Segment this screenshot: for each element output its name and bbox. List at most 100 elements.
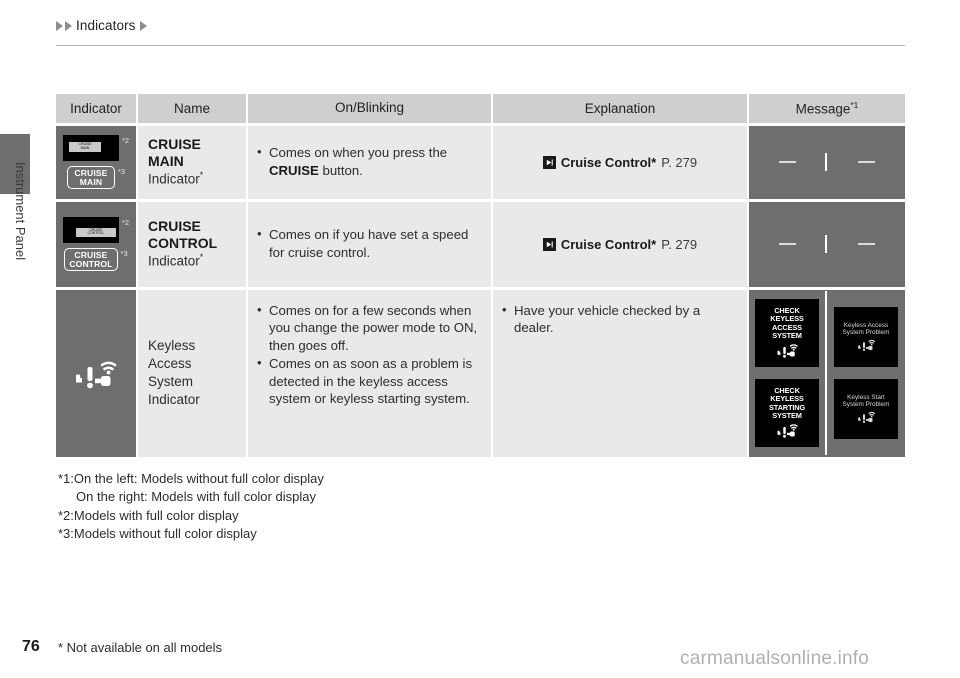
message-cell (749, 122, 905, 199)
keyless-access-warning-icon (56, 290, 136, 457)
indicator-variant-color: CRUISE MAIN *2 (62, 134, 130, 161)
indicator-name-sub: Indicator* (148, 170, 238, 188)
header-message-footnote: *1 (850, 100, 859, 110)
lcd-display: CHECK KEYLESS STARTING SYSTEM (755, 379, 819, 447)
on-blinking-cell: Comes on for a few seconds when you chan… (248, 286, 493, 457)
indicator-footnote-2: *2 (121, 217, 130, 227)
message-right-variant: Keyless Access System Problem Keyless St… (827, 291, 905, 455)
table-row: Keyless Access System Indicator Comes on… (56, 286, 905, 457)
keyless-access-warning-icon (777, 344, 798, 358)
message-left-variant (749, 234, 827, 254)
name-cell: CRUISE CONTROL Indicator* (138, 198, 248, 287)
table-row: CRUISE MAIN *2 CRUISE MAIN *3 CRUISE MAI… (56, 122, 905, 199)
header-explanation: Explanation (493, 94, 749, 123)
list-item: Comes on when you press the CRUISE butto… (256, 143, 481, 179)
breadcrumb-label: Indicators (76, 18, 136, 33)
message-cell: CHECK KEYLESS ACCESS SYSTEM CHECK KEYLES… (749, 286, 905, 457)
on-blinking-list: Comes on when you press the CRUISE butto… (256, 143, 481, 179)
table-row: CRUISE CONTROL *2 CRUISE CONTROL *3 CRUI… (56, 198, 905, 287)
indicator-variant-mono: CRUISE CONTROL *3 (64, 247, 128, 272)
triangle-mid-icon (65, 20, 72, 31)
indicator-name: CRUISE CONTROL (148, 217, 218, 251)
header-on-blinking: On/Blinking (248, 94, 493, 123)
explanation-cell: Have your vehicle checked by a dealer. (493, 286, 749, 457)
cross-reference-title: Cruise Control* (560, 236, 657, 252)
empty-dash (778, 242, 796, 246)
indicator-footnote-2: *2 (121, 135, 130, 145)
lcd-display: Keyless Start System Problem (834, 379, 898, 439)
list-item: Have your vehicle checked by a dealer. (501, 300, 739, 337)
footnotes: *1:On the left: Models without full colo… (58, 470, 324, 544)
name-cell: Keyless Access System Indicator (138, 286, 248, 457)
header-divider (56, 45, 905, 46)
indicator-name-sub: Indicator* (148, 252, 238, 270)
indicator-variant-mono: CRUISE MAIN *3 (66, 165, 126, 190)
cross-reference-page: P. 279 (661, 236, 698, 252)
explanation-list: Have your vehicle checked by a dealer. (501, 300, 739, 337)
message-left-variant (749, 152, 827, 172)
bullet-strong: CRUISE (269, 162, 319, 178)
cross-reference[interactable]: Cruise Control* P. 279 (501, 237, 739, 252)
empty-dash (857, 242, 875, 246)
indicator-cell (56, 286, 138, 457)
explanation-cell: Cruise Control* P. 279 (493, 122, 749, 199)
message-cell (749, 198, 905, 287)
cross-reference[interactable]: Cruise Control* P. 279 (501, 155, 739, 170)
bullet-post: button. (318, 162, 363, 178)
display-panel-icon: CRUISE CONTROL (62, 216, 119, 243)
footnote-1-cont: On the right: Models with full color dis… (58, 489, 316, 505)
list-item: Comes on as soon as a problem is detecte… (256, 354, 481, 408)
table-header-row: Indicator Name On/Blinking Explanation M… (56, 94, 905, 123)
footnote-1: *1:On the left: Models without full colo… (58, 471, 324, 486)
cruise-control-badge-icon: CRUISE CONTROL (64, 247, 118, 272)
triangle-right-icon (139, 20, 147, 31)
indicators-table: Indicator Name On/Blinking Explanation M… (56, 94, 905, 457)
on-blinking-list: Comes on for a few seconds when you chan… (256, 301, 481, 408)
header-message: Message*1 (749, 94, 905, 123)
lcd-message-text: Keyless Access System Problem (842, 321, 890, 336)
badge-line-2: CONTROL (69, 258, 113, 269)
explanation-cell: Cruise Control* P. 279 (493, 198, 749, 287)
on-blinking-cell: Comes on when you press the CRUISE butto… (248, 122, 493, 199)
indicator-footnote-3: *3 (117, 166, 126, 176)
message-left-variant: CHECK KEYLESS ACCESS SYSTEM CHECK KEYLES… (749, 291, 827, 455)
header-message-label: Message (795, 101, 851, 117)
display-panel-icon: CRUISE MAIN (62, 134, 119, 161)
page-number: 76 (22, 638, 40, 655)
header-indicator: Indicator (56, 94, 138, 123)
empty-dash (778, 160, 796, 164)
list-item: Comes on if you have set a speed for cru… (256, 225, 481, 261)
watermark: carmanualsonline.info (680, 648, 870, 669)
footnote-2: *2:Models with full color display (58, 507, 239, 523)
cruise-main-badge-icon: CRUISE MAIN (66, 165, 115, 190)
lcd-display: CHECK KEYLESS ACCESS SYSTEM (755, 299, 819, 367)
indicator-variant-color: CRUISE CONTROL *2 (62, 216, 130, 243)
footer-note: * Not available on all models (58, 640, 223, 655)
header-name: Name (138, 94, 248, 123)
cross-reference-page: P. 279 (661, 154, 698, 170)
lcd-message-text: Keyless Start System Problem (842, 393, 890, 408)
arrow-right-icon (542, 237, 556, 251)
list-item: Comes on for a few seconds when you chan… (256, 301, 481, 355)
bullet-pre: Comes on when you press the (269, 144, 448, 160)
indicator-cell: CRUISE MAIN *2 CRUISE MAIN *3 (56, 122, 138, 199)
indicator-name: CRUISE MAIN (148, 135, 201, 169)
arrow-right-icon (542, 155, 556, 169)
name-asterisk: * (199, 252, 204, 263)
message-right-variant (827, 235, 905, 254)
indicator-cell: CRUISE CONTROL *2 CRUISE CONTROL *3 (56, 198, 138, 287)
indicator-footnote-3: *3 (120, 248, 128, 258)
triangle-left-icon (56, 20, 63, 31)
lcd-message-text: CHECK KEYLESS ACCESS SYSTEM (770, 306, 804, 340)
display-panel-text: CRUISE CONTROL (75, 227, 116, 237)
on-blinking-list: Comes on if you have set a speed for cru… (256, 225, 481, 261)
breadcrumb: Indicators (56, 18, 147, 33)
manual-page: Indicators Instrument Panel Indicator Na… (0, 0, 960, 678)
lcd-message-text: CHECK KEYLESS STARTING SYSTEM (768, 386, 806, 420)
keyless-access-warning-icon (857, 339, 875, 352)
badge-line-2: MAIN (79, 176, 103, 187)
bullet-pre: Comes on if you have set a speed for cru… (269, 226, 469, 260)
keyless-start-warning-icon (777, 424, 798, 438)
keyless-start-warning-icon (857, 411, 875, 424)
cross-reference-title: Cruise Control* (560, 154, 657, 170)
